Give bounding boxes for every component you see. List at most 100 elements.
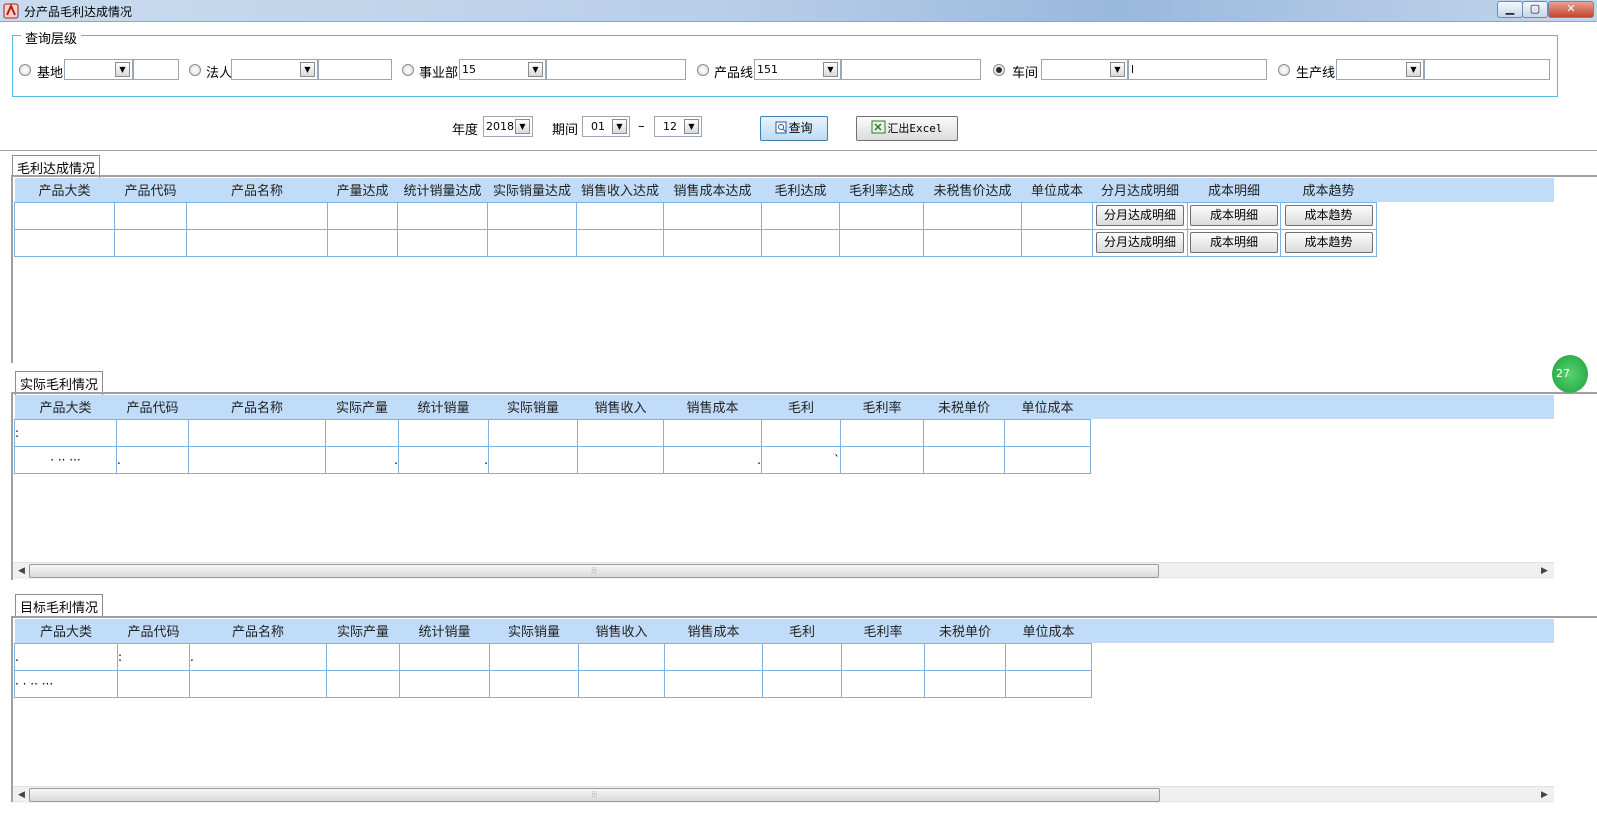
column-header[interactable]: 销售收入达成 <box>576 178 664 202</box>
monthly-detail-button[interactable]: 分月达成明细 <box>1096 205 1184 226</box>
grid-cell[interactable] <box>116 418 189 447</box>
radio-workshop[interactable] <box>993 64 1005 76</box>
grid-cell[interactable] <box>487 228 577 257</box>
grid-cell[interactable] <box>924 642 1006 671</box>
grid-cell[interactable] <box>839 201 924 230</box>
column-header[interactable]: 毛利率 <box>840 395 924 419</box>
grid-cell[interactable] <box>397 201 488 230</box>
grid-cell[interactable] <box>841 669 925 698</box>
column-header[interactable]: 产品代码 <box>116 395 189 419</box>
column-header[interactable]: 产量达成 <box>327 178 398 202</box>
grid-cell[interactable] <box>489 642 579 671</box>
chevron-down-icon[interactable]: ▼ <box>528 62 543 77</box>
radio-legal-entity[interactable] <box>189 64 201 76</box>
maximize-button[interactable]: ▢ <box>1522 1 1548 18</box>
column-header[interactable]: 分月达成明细 <box>1092 178 1188 202</box>
grid-cell[interactable] <box>924 669 1006 698</box>
period-from-combo[interactable]: 01 ▼ <box>582 116 630 137</box>
workshop-combo[interactable]: ▼ <box>1041 59 1128 80</box>
column-header[interactable]: 统计销量 <box>399 619 490 643</box>
chevron-down-icon[interactable]: ▼ <box>1110 62 1125 77</box>
scroll-right-icon[interactable]: ▶ <box>1536 787 1553 804</box>
chevron-down-icon[interactable]: ▼ <box>115 62 130 77</box>
grid-cell[interactable] <box>578 642 665 671</box>
production-line-text[interactable] <box>1424 59 1550 80</box>
grid-cell[interactable] <box>326 669 400 698</box>
grid-cell[interactable] <box>489 669 579 698</box>
scroll-right-icon[interactable]: ▶ <box>1536 563 1553 580</box>
grid-cell[interactable] <box>663 228 762 257</box>
column-header[interactable]: 毛利 <box>761 395 841 419</box>
table-row[interactable]: · · ·· ··· <box>14 669 1092 698</box>
cost-detail-button[interactable]: 成本明细 <box>1190 232 1278 253</box>
product-line-text[interactable] <box>841 59 981 80</box>
chevron-down-icon[interactable]: ▼ <box>612 119 627 134</box>
radio-product-line[interactable] <box>697 64 709 76</box>
grid-cell[interactable] <box>327 201 398 230</box>
column-header[interactable]: 产品名称 <box>188 395 326 419</box>
column-header[interactable]: 产品名称 <box>189 619 327 643</box>
grid-cell[interactable] <box>188 418 326 447</box>
product-line-combo[interactable]: 151 ▼ <box>754 59 841 80</box>
grid-cell[interactable]: . <box>116 445 189 474</box>
production-line-combo[interactable]: ▼ <box>1336 59 1424 80</box>
base-combo[interactable]: ▼ <box>64 59 133 80</box>
chevron-down-icon[interactable]: ▼ <box>823 62 838 77</box>
column-header[interactable]: 单位成本 <box>1005 619 1092 643</box>
grid-cell[interactable] <box>488 445 578 474</box>
column-header[interactable]: 单位成本 <box>1004 395 1091 419</box>
radio-production-line[interactable] <box>1278 64 1290 76</box>
floating-badge[interactable]: 27 <box>1552 355 1588 393</box>
column-header[interactable]: 毛利率 <box>841 619 925 643</box>
column-header[interactable]: 成本明细 <box>1187 178 1281 202</box>
column-header[interactable]: 毛利达成 <box>761 178 840 202</box>
column-header[interactable]: 实际销量 <box>489 619 579 643</box>
table-row[interactable]: 分月达成明细 成本明细 成本趋势 <box>14 201 1377 230</box>
column-header[interactable]: 销售收入 <box>577 395 664 419</box>
grid-cell[interactable] <box>923 418 1005 447</box>
division-combo[interactable]: 15 ▼ <box>459 59 546 80</box>
chevron-down-icon[interactable]: ▼ <box>300 62 315 77</box>
scrollbar-thumb[interactable]: ⦙⦙⦙ <box>29 788 1160 802</box>
grid-cell[interactable] <box>663 201 762 230</box>
grid-cell[interactable] <box>839 228 924 257</box>
column-header[interactable]: 销售成本达成 <box>663 178 762 202</box>
grid-cell[interactable] <box>840 418 924 447</box>
column-header[interactable]: 毛利 <box>762 619 842 643</box>
legal-entity-combo[interactable]: ▼ <box>231 59 318 80</box>
column-header[interactable]: 统计销量 <box>398 395 489 419</box>
grid-cell[interactable]: ` <box>761 445 841 474</box>
column-header[interactable]: 产品代码 <box>117 619 190 643</box>
column-header[interactable]: 产品大类 <box>14 395 117 419</box>
section-tab-target[interactable]: 目标毛利情况 <box>15 594 104 618</box>
cost-trend-button[interactable]: 成本趋势 <box>1284 232 1373 253</box>
chevron-down-icon[interactable]: ▼ <box>684 119 699 134</box>
column-header[interactable]: 产品大类 <box>14 178 115 202</box>
table-row[interactable]: . : . <box>14 642 1092 671</box>
grid-cell[interactable] <box>1004 418 1091 447</box>
grid-cell[interactable] <box>576 201 664 230</box>
grid-cell[interactable] <box>326 642 400 671</box>
grid-cell[interactable] <box>664 669 763 698</box>
column-header[interactable]: 产品名称 <box>186 178 328 202</box>
table-row[interactable]: 分月达成明细 成本明细 成本趋势 <box>14 228 1377 257</box>
grid-cell[interactable] <box>923 445 1005 474</box>
grid-cell[interactable] <box>186 228 328 257</box>
grid-cell[interactable]: . <box>398 445 489 474</box>
column-header[interactable]: 实际销量 <box>488 395 578 419</box>
target-horizontal-scrollbar[interactable]: ◀ ⦙⦙⦙ ▶ <box>13 786 1554 803</box>
grid-cell[interactable] <box>327 228 398 257</box>
grid-cell[interactable]: : <box>14 418 117 447</box>
column-header[interactable]: 实际产量 <box>326 619 400 643</box>
grid-cell[interactable]: . <box>325 445 399 474</box>
column-header[interactable]: 实际销量达成 <box>487 178 577 202</box>
grid-cell[interactable] <box>923 201 1022 230</box>
grid-cell[interactable] <box>923 228 1022 257</box>
monthly-detail-button[interactable]: 分月达成明细 <box>1096 232 1184 253</box>
grid-cell[interactable] <box>189 669 327 698</box>
base-text[interactable] <box>133 59 179 80</box>
chevron-down-icon[interactable]: ▼ <box>515 119 530 134</box>
column-header[interactable]: 毛利率达成 <box>839 178 924 202</box>
grid-cell[interactable] <box>14 201 115 230</box>
grid-cell[interactable] <box>578 669 665 698</box>
